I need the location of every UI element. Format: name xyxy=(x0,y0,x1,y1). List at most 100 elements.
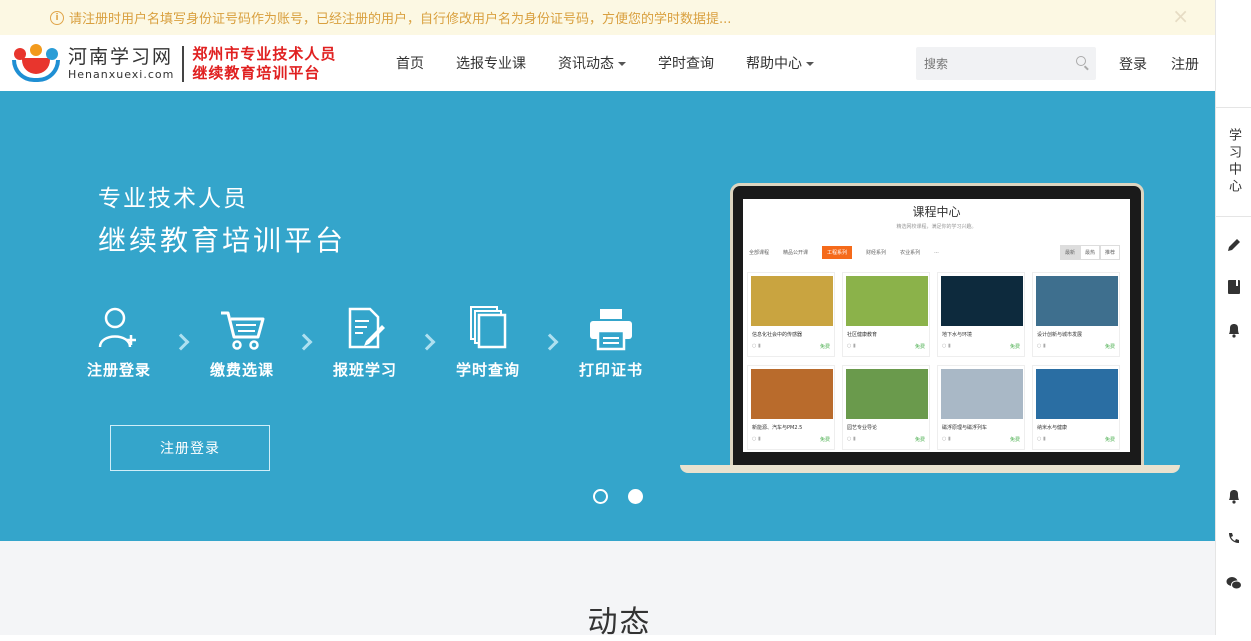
cart-icon xyxy=(203,301,281,351)
course-card: 地下水与环境 ○ ▮ 免费 xyxy=(937,272,1025,357)
step-register: 注册登录 xyxy=(80,301,158,380)
course-stats-icon: ○ ▮ xyxy=(1037,436,1046,442)
course-name: 园艺专业导论 xyxy=(847,425,878,431)
search-input[interactable] xyxy=(916,47,1066,80)
book-icon[interactable] xyxy=(1216,276,1251,298)
platform-name-line2: 继续教育培训平台 xyxy=(192,64,321,82)
register-link[interactable]: 注册 xyxy=(1171,54,1199,74)
logo[interactable]: 河南学习网 Henanxuexi.com 郑州市专业技术人员 继续教育培训平台 xyxy=(10,41,345,87)
banner-title-line2: 继续教育培训平台 xyxy=(98,224,347,257)
course-meta: ○ ▮ 免费 xyxy=(748,343,834,350)
arrow-right-icon xyxy=(281,301,326,380)
sort-item: 最热 xyxy=(1079,245,1100,260)
platform-name-line1: 郑州市专业技术人员 xyxy=(192,45,337,63)
laptop-base xyxy=(680,465,1180,473)
main-nav: 首页 选报专业课 资讯动态 学时查询 帮助中心 xyxy=(380,35,830,91)
laptop-screen: 课程中心 精选网校课程，满足你的学习兴趣。 全部课程 精品公开课 工程系列 财经… xyxy=(743,199,1130,452)
stacked-pages-icon xyxy=(449,301,527,351)
course-name: 磁浮原理与磁浮列车 xyxy=(942,425,988,431)
course-meta: ○ ▮ 免费 xyxy=(938,436,1024,443)
course-name: 信息化社会中的传感器 xyxy=(752,332,803,338)
process-steps: 注册登录 缴费选课 报班学习 学时查询 打印证书 xyxy=(80,301,650,380)
course-price: 免费 xyxy=(1104,344,1115,350)
news-section: 动态 xyxy=(0,541,1215,640)
logo-domain: Henanxuexi.com xyxy=(68,68,175,81)
course-stats-icon: ○ ▮ xyxy=(752,343,761,349)
edit-document-icon xyxy=(326,301,404,351)
course-price: 免费 xyxy=(819,437,830,443)
notice-text: 请注册时用户名填写身份证号码作为账号，已经注册的用户，自行修改用户名为身份证号码… xyxy=(69,12,732,27)
chevron-down-icon xyxy=(806,62,814,66)
step-print: 打印证书 xyxy=(572,301,650,380)
course-thumbnail xyxy=(751,276,833,326)
logo-divider xyxy=(182,46,185,82)
course-meta: ○ ▮ 免费 xyxy=(843,436,929,443)
carousel-dot-1[interactable] xyxy=(593,489,608,504)
wechat-icon[interactable] xyxy=(1216,572,1251,594)
login-link[interactable]: 登录 xyxy=(1119,54,1147,74)
course-name: 新能源、汽车与PM2.5 xyxy=(752,425,803,431)
course-stats-icon: ○ ▮ xyxy=(1037,343,1046,349)
printer-icon xyxy=(572,301,650,351)
course-stats-icon: ○ ▮ xyxy=(942,343,951,349)
course-meta: ○ ▮ 免费 xyxy=(938,343,1024,350)
course-card: 信息化社会中的传感器 ○ ▮ 免费 xyxy=(747,272,835,357)
course-card: 新能源、汽车与PM2.5 ○ ▮ 免费 xyxy=(747,365,835,450)
info-icon: i xyxy=(50,10,64,25)
sort-item: 最新 xyxy=(1059,245,1080,260)
sort-item: 推荐 xyxy=(1099,245,1120,260)
course-stats-icon: ○ ▮ xyxy=(942,436,951,442)
step-study: 报班学习 xyxy=(326,301,404,380)
header: 河南学习网 Henanxuexi.com 郑州市专业技术人员 继续教育培训平台 … xyxy=(0,35,1215,91)
user-add-icon xyxy=(80,301,158,351)
course-center-title: 课程中心 xyxy=(912,205,961,219)
nav-news[interactable]: 资讯动态 xyxy=(542,53,642,73)
close-icon[interactable]: × xyxy=(1172,4,1189,28)
course-stats-icon: ○ ▮ xyxy=(847,436,856,442)
course-price: 免费 xyxy=(914,437,925,443)
nav-select-course[interactable]: 选报专业课 xyxy=(440,53,542,73)
filter-item: 全部课程 xyxy=(749,249,770,256)
course-thumbnail xyxy=(751,369,833,419)
arrow-right-icon xyxy=(158,301,203,380)
bell-icon[interactable] xyxy=(1216,485,1251,507)
course-meta: ○ ▮ 免费 xyxy=(1033,436,1119,443)
course-thumbnail xyxy=(846,369,928,419)
course-price: 免费 xyxy=(1009,344,1020,350)
course-grid: 信息化社会中的传感器 ○ ▮ 免费 社区健康教育 ○ ▮ 免费 地下水与环境 ○ ▮ 免费 设计创… xyxy=(747,272,1127,450)
nav-home[interactable]: 首页 xyxy=(380,53,440,73)
search-box xyxy=(916,47,1096,80)
course-meta: ○ ▮ 免费 xyxy=(843,343,929,350)
course-thumbnail xyxy=(1036,369,1118,419)
banner-title-line1: 专业技术人员 xyxy=(98,186,248,212)
course-thumbnail xyxy=(1036,276,1118,326)
filter-item: 农业系列 xyxy=(900,249,921,256)
course-center-subtitle: 精选网校课程，满足你的学习兴趣。 xyxy=(896,224,977,230)
course-card: 园艺专业导论 ○ ▮ 免费 xyxy=(842,365,930,450)
nav-help-center[interactable]: 帮助中心 xyxy=(730,53,830,73)
nav-hours-query[interactable]: 学时查询 xyxy=(642,53,730,73)
study-center-link[interactable]: 学习中心 xyxy=(1216,114,1251,210)
logo-mark-icon xyxy=(10,42,62,86)
section-heading: 动态 xyxy=(587,605,652,640)
carousel-dot-2[interactable] xyxy=(628,489,643,504)
register-login-button[interactable]: 注册登录 xyxy=(110,425,270,471)
course-meta: ○ ▮ 免费 xyxy=(1033,343,1119,350)
course-thumbnail xyxy=(941,369,1023,419)
chevron-down-icon xyxy=(618,62,626,66)
search-icon[interactable] xyxy=(1076,56,1086,66)
filter-item-active: 工程系列 xyxy=(822,245,853,259)
pencil-icon[interactable] xyxy=(1216,234,1251,256)
logo-name: 河南学习网 xyxy=(68,46,174,68)
filter-item: ... xyxy=(934,249,939,255)
bell-icon[interactable] xyxy=(1216,319,1251,341)
course-card: 纳米水与健康 ○ ▮ 免费 xyxy=(1032,365,1120,450)
phone-icon[interactable] xyxy=(1216,528,1251,550)
notice-bar: i 请注册时用户名填写身份证号码作为账号，已经注册的用户，自行修改用户名为身份证… xyxy=(0,0,1215,35)
course-name: 设计创新与城市发展 xyxy=(1037,332,1083,338)
course-name: 地下水与环境 xyxy=(942,332,973,338)
hero-banner: 专业技术人员 继续教育培训平台 注册登录 缴费选课 报班学习 学时查询 打印证书… xyxy=(0,91,1215,541)
course-card: 设计创新与城市发展 ○ ▮ 免费 xyxy=(1032,272,1120,357)
course-stats-icon: ○ ▮ xyxy=(847,343,856,349)
filter-item: 财经系列 xyxy=(866,249,887,256)
